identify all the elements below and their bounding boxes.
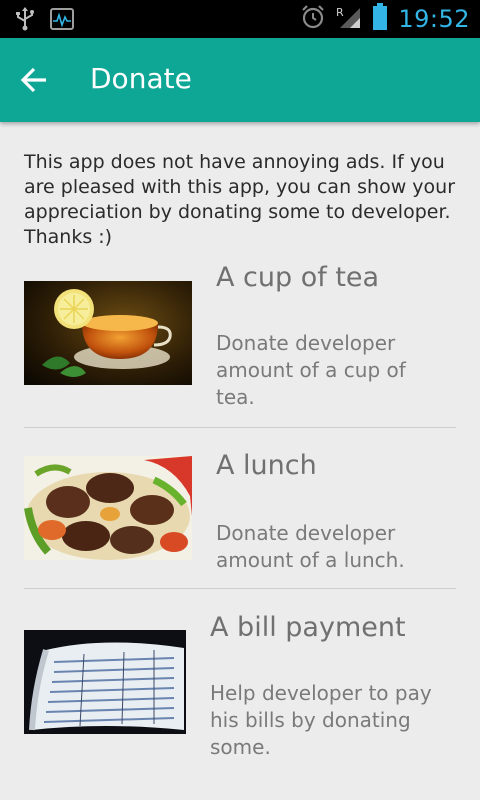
- donate-option-tea[interactable]: A cup of tea Donate developer amount of …: [24, 252, 456, 422]
- donate-option-title: A lunch: [216, 450, 317, 481]
- donate-option-title: A bill payment: [210, 612, 406, 643]
- signal-roaming-icon: R: [336, 4, 362, 34]
- lunch-image: [24, 456, 192, 564]
- intro-text: This app does not have annoying ads. If …: [24, 151, 456, 248]
- arrow-left-icon: [20, 67, 50, 104]
- back-button[interactable]: [20, 60, 64, 100]
- svg-text:R: R: [336, 6, 344, 19]
- divider: [24, 588, 456, 589]
- app-bar: Donate: [0, 38, 480, 122]
- activity-monitor-icon: [50, 8, 74, 34]
- tea-cup-image: [24, 281, 192, 389]
- status-time: 19:52: [398, 5, 470, 33]
- donate-option-description: Donate developer amount of a lunch.: [216, 521, 405, 572]
- donate-option-bill[interactable]: A bill payment Help developer to pay his…: [24, 602, 456, 772]
- donate-option-description: Donate developer amount of a cup of tea.: [216, 331, 406, 409]
- receipt-image: [24, 630, 186, 738]
- usb-icon: [14, 7, 36, 35]
- donate-option-description: Help developer to pay his bills by donat…: [210, 681, 432, 759]
- divider: [24, 427, 456, 428]
- donate-option-lunch[interactable]: A lunch Donate developer amount of a lun…: [24, 440, 456, 590]
- status-bar: R 19:52: [0, 0, 480, 38]
- donate-option-title: A cup of tea: [216, 262, 380, 293]
- battery-icon: [372, 3, 388, 35]
- alarm-icon: [300, 4, 326, 34]
- page-title: Donate: [90, 62, 192, 95]
